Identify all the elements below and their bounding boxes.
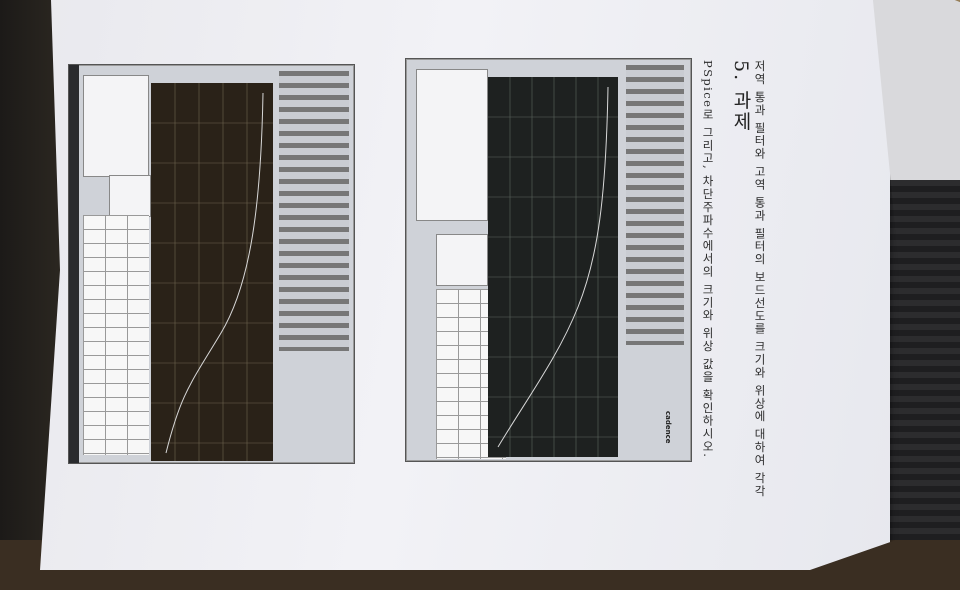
properties-panel [436, 234, 488, 286]
trace-line [165, 92, 264, 454]
window-dark-frame [69, 65, 79, 463]
page-heading: 5. 과제 [730, 60, 752, 133]
plot-svg-left [151, 83, 273, 461]
bode-plot-left [151, 83, 273, 461]
properties-panel [109, 175, 151, 217]
plot-svg-right [488, 77, 618, 457]
project-panel [83, 75, 149, 177]
trace-line [497, 86, 609, 448]
book-stack-edge [880, 180, 960, 540]
pspice-screenshot-left [68, 64, 355, 464]
pspice-screenshot-right: cadence [405, 58, 692, 462]
toolbar-strip [626, 65, 684, 345]
cadence-logo: cadence [664, 411, 672, 444]
assignment-line-1: 저역 통과 필터와 고역 통과 필터의 보드선도를 크기와 위상에 대하여 각각 [753, 60, 767, 498]
project-panel [416, 69, 488, 221]
assignment-line-2: PSpice로 그리고, 차단주파수에서의 크기와 위상 값을 확인하시오. [701, 60, 715, 459]
toolbar-strip [279, 71, 349, 351]
measurement-table [83, 215, 149, 455]
bode-plot-right [488, 77, 618, 457]
